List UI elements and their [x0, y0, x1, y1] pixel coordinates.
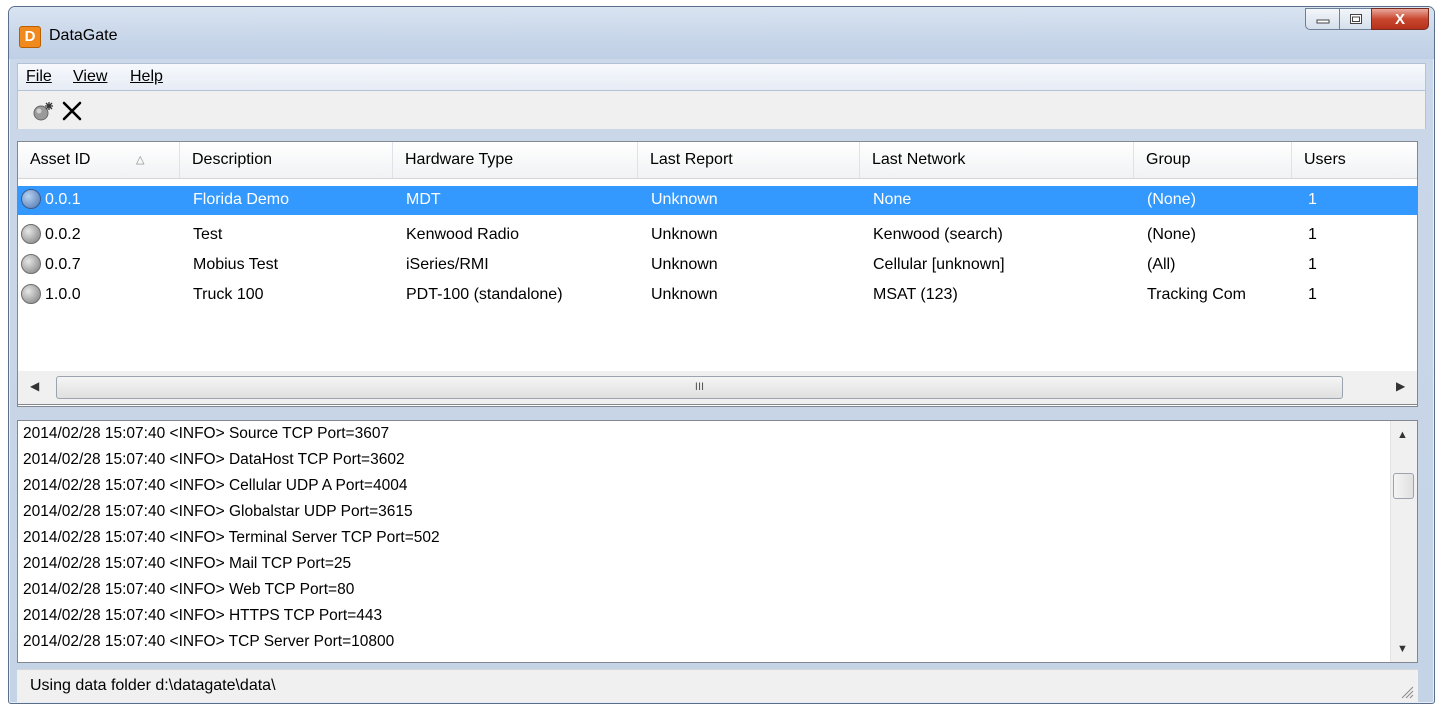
column-description[interactable]: Description [180, 142, 393, 178]
column-label: Last Network [872, 151, 966, 168]
cell-hardware-type: Kenwood Radio [406, 226, 519, 243]
column-hardware-type[interactable]: Hardware Type [393, 142, 638, 178]
cell-last-network: MSAT (123) [873, 286, 958, 303]
resize-grip-icon[interactable] [1398, 683, 1414, 699]
log-panel[interactable]: 2014/02/28 15:07:40 <INFO> Source TCP Po… [17, 420, 1418, 663]
window-title: DataGate [49, 27, 118, 44]
minimize-button[interactable] [1305, 8, 1339, 30]
column-last-network[interactable]: Last Network [860, 142, 1134, 178]
column-label: Group [1146, 151, 1191, 168]
menu-help-label: Help [130, 68, 163, 85]
toolbar [17, 91, 1426, 129]
log-line: 2014/02/28 15:07:40 <INFO> TCP Server Po… [23, 633, 395, 650]
cell-description: Florida Demo [193, 191, 290, 208]
status-bar: Using data folder d:\datagate\data\ [17, 669, 1418, 702]
cell-last-network: None [873, 191, 912, 208]
cell-asset-id: 0.0.7 [45, 256, 81, 273]
scroll-down-icon[interactable]: ▼ [1397, 643, 1408, 655]
horizontal-scroll-thumb[interactable]: III [56, 376, 1343, 399]
cell-group: (None) [1147, 191, 1196, 208]
log-line: 2014/02/28 15:07:40 <INFO> Web TCP Port=… [23, 581, 355, 598]
cell-group: (None) [1147, 226, 1196, 243]
maximize-icon [1349, 14, 1362, 24]
log-line: 2014/02/28 15:07:40 <INFO> HTTPS TCP Por… [23, 607, 383, 624]
sort-ascending-icon: △ [136, 154, 145, 166]
column-users[interactable]: Users [1292, 142, 1417, 178]
vertical-scroll-thumb[interactable] [1393, 473, 1414, 499]
vertical-scrollbar[interactable]: ▲ ▼ [1390, 421, 1417, 662]
minimize-icon [1316, 19, 1329, 24]
cell-last-report: Unknown [651, 191, 718, 208]
new-asset-button[interactable] [32, 99, 56, 123]
cell-users: 1 [1308, 256, 1317, 273]
column-last-report[interactable]: Last Report [638, 142, 860, 178]
cell-users: 1 [1308, 286, 1317, 303]
column-label: Asset ID [30, 151, 91, 168]
list-header: Asset ID △ Description Hardware Type Las… [18, 142, 1417, 179]
asset-status-icon [21, 284, 41, 304]
column-label: Last Report [650, 151, 733, 168]
menu-file-label: File [26, 68, 52, 85]
cell-users: 1 [1308, 226, 1317, 243]
horizontal-scrollbar[interactable]: ◀ III ▶ [17, 371, 1418, 405]
asset-status-icon [21, 254, 41, 274]
cell-hardware-type: PDT-100 (standalone) [406, 286, 563, 303]
cell-hardware-type: iSeries/RMI [406, 256, 489, 273]
asset-status-icon [21, 224, 41, 244]
column-label: Description [192, 151, 273, 168]
menu-view-label: View [73, 68, 108, 85]
column-asset-id[interactable]: Asset ID △ [18, 142, 180, 178]
log-line: 2014/02/28 15:07:40 <INFO> Source TCP Po… [23, 425, 390, 442]
cell-last-network: Kenwood (search) [873, 226, 1003, 243]
close-button[interactable]: X [1371, 8, 1429, 30]
scroll-up-icon[interactable]: ▲ [1397, 429, 1408, 441]
cell-last-network: Cellular [unknown] [873, 256, 1005, 273]
cell-asset-id: 0.0.2 [45, 226, 81, 243]
table-row[interactable]: 1.0.0 Truck 100 PDT-100 (standalone) Unk… [18, 281, 1417, 310]
column-label: Hardware Type [405, 151, 514, 168]
log-line: 2014/02/28 15:07:40 <INFO> DataHost TCP … [23, 451, 405, 468]
asset-list[interactable]: Asset ID △ Description Hardware Type Las… [17, 141, 1418, 407]
cell-description: Truck 100 [193, 286, 264, 303]
cell-last-report: Unknown [651, 256, 718, 273]
menu-file[interactable]: File [26, 68, 52, 86]
menu-view[interactable]: View [73, 68, 107, 86]
log-line: 2014/02/28 15:07:40 <INFO> Cellular UDP … [23, 477, 408, 494]
cell-asset-id: 1.0.0 [45, 286, 81, 303]
delete-icon [62, 101, 82, 121]
cell-group: Tracking Com [1147, 286, 1246, 303]
title-bar[interactable]: D DataGate X [9, 7, 1434, 59]
scroll-left-icon[interactable]: ◀ [30, 379, 39, 393]
menu-bar: File View Help [17, 63, 1426, 91]
cell-description: Test [193, 226, 223, 243]
cell-group: (All) [1147, 256, 1176, 273]
cell-description: Mobius Test [193, 256, 279, 273]
menu-help[interactable]: Help [130, 68, 163, 86]
table-row[interactable]: 0.0.1 Florida Demo MDT Unknown None (Non… [18, 186, 1417, 215]
scroll-right-icon[interactable]: ▶ [1396, 379, 1405, 393]
table-row[interactable]: 0.0.2 Test Kenwood Radio Unknown Kenwood… [18, 221, 1417, 250]
new-asset-icon [33, 102, 53, 121]
delete-button[interactable] [60, 99, 84, 123]
maximize-button[interactable] [1339, 8, 1371, 30]
cell-last-report: Unknown [651, 286, 718, 303]
log-line: 2014/02/28 15:07:40 <INFO> Mail TCP Port… [23, 555, 352, 572]
column-label: Users [1304, 151, 1346, 168]
window-controls: X [1305, 8, 1429, 32]
log-line: 2014/02/28 15:07:40 <INFO> Globalstar UD… [23, 503, 413, 520]
close-icon: X [1394, 10, 1405, 28]
cell-last-report: Unknown [651, 226, 718, 243]
cell-users: 1 [1308, 191, 1317, 208]
app-icon[interactable]: D [19, 26, 41, 48]
column-group[interactable]: Group [1134, 142, 1292, 178]
log-line: 2014/02/28 15:07:40 <INFO> Terminal Serv… [23, 529, 440, 546]
table-row[interactable]: 0.0.7 Mobius Test iSeries/RMI Unknown Ce… [18, 251, 1417, 280]
asset-status-icon [21, 189, 41, 209]
cell-asset-id: 0.0.1 [45, 191, 81, 208]
cell-hardware-type: MDT [406, 191, 441, 208]
status-text: Using data folder d:\datagate\data\ [30, 677, 276, 694]
scroll-thumb-grip: III [694, 381, 705, 393]
